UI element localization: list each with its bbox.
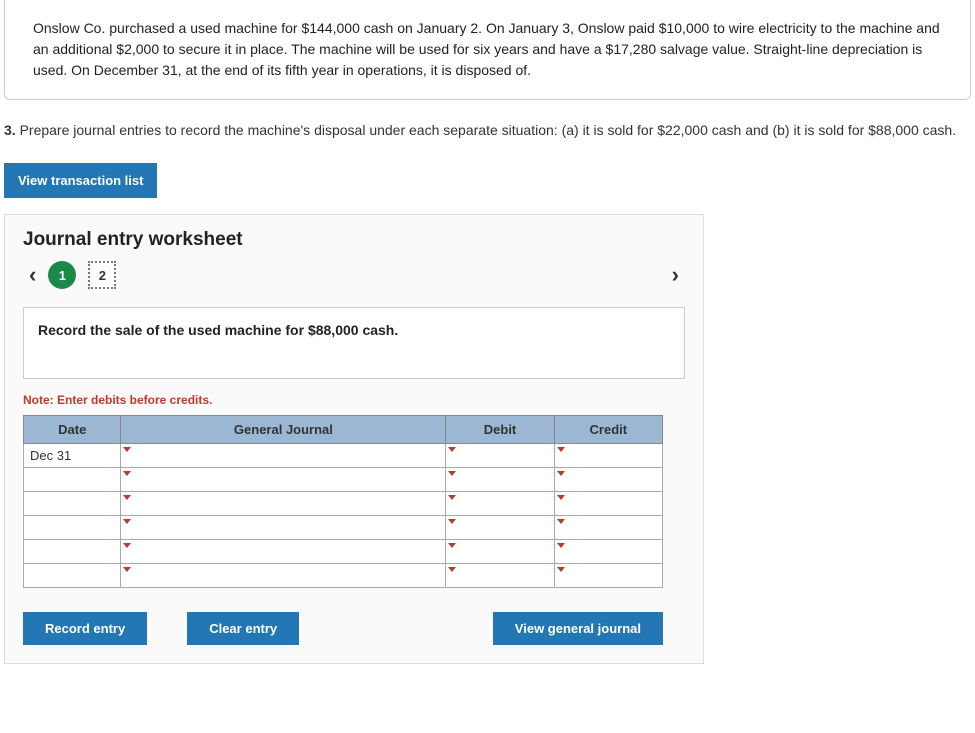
general-journal-cell[interactable] [121,564,446,588]
credit-cell[interactable] [554,468,662,492]
debit-cell[interactable] [446,540,554,564]
action-buttons-row: Record entry Clear entry View general jo… [23,612,663,645]
date-cell[interactable] [24,516,121,540]
clear-entry-label: Clear entry [209,621,277,636]
chevron-right-icon[interactable]: › [666,262,685,288]
worksheet-pager: ‹ 1 2 › [23,261,685,289]
credit-cell[interactable] [554,516,662,540]
date-cell[interactable] [24,468,121,492]
general-journal-cell[interactable] [121,468,446,492]
date-cell[interactable] [24,564,121,588]
general-journal-cell[interactable] [121,492,446,516]
note-text: Note: Enter debits before credits. [23,393,685,407]
question-instruction: 3. Prepare journal entries to record the… [0,120,975,159]
table-header-row: Date General Journal Debit Credit [24,416,663,444]
table-row [24,516,663,540]
date-cell[interactable] [24,492,121,516]
problem-text: Onslow Co. purchased a used machine for … [33,20,940,78]
record-entry-button[interactable]: Record entry [23,612,147,645]
debit-cell[interactable] [446,516,554,540]
journal-worksheet-panel: Journal entry worksheet ‹ 1 2 › Record t… [4,214,704,664]
problem-statement: Onslow Co. purchased a used machine for … [4,0,971,100]
debit-cell[interactable] [446,564,554,588]
table-row [24,564,663,588]
general-journal-cell[interactable] [121,516,446,540]
view-transaction-list-label: View transaction list [18,173,143,188]
journal-entry-table: Date General Journal Debit Credit Dec 31 [23,415,663,588]
debit-cell[interactable] [446,444,554,468]
general-journal-cell[interactable] [121,540,446,564]
record-instruction-text: Record the sale of the used machine for … [38,322,398,338]
general-journal-cell[interactable] [121,444,446,468]
table-row: Dec 31 [24,444,663,468]
clear-entry-button[interactable]: Clear entry [187,612,299,645]
table-row [24,492,663,516]
date-cell[interactable]: Dec 31 [24,444,121,468]
page-2-button[interactable]: 2 [88,261,116,289]
table-row [24,540,663,564]
credit-cell[interactable] [554,564,662,588]
header-debit: Debit [446,416,554,444]
debit-cell[interactable] [446,468,554,492]
debit-cell[interactable] [446,492,554,516]
header-general-journal: General Journal [121,416,446,444]
question-number: 3. [4,122,16,138]
view-transaction-list-button[interactable]: View transaction list [4,163,157,198]
credit-cell[interactable] [554,444,662,468]
table-row [24,468,663,492]
question-text: Prepare journal entries to record the ma… [20,122,957,138]
view-general-journal-button[interactable]: View general journal [493,612,663,645]
record-entry-label: Record entry [45,621,125,636]
credit-cell[interactable] [554,492,662,516]
chevron-left-icon[interactable]: ‹ [23,262,42,288]
header-credit: Credit [554,416,662,444]
header-date: Date [24,416,121,444]
record-instruction-panel: Record the sale of the used machine for … [23,307,685,379]
page-1-button[interactable]: 1 [48,261,76,289]
credit-cell[interactable] [554,540,662,564]
worksheet-title: Journal entry worksheet [23,229,685,251]
view-general-journal-label: View general journal [515,621,641,636]
date-cell[interactable] [24,540,121,564]
